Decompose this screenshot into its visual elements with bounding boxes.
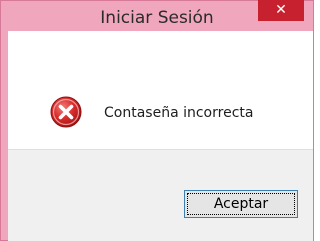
close-button[interactable]: ✕ bbox=[258, 0, 304, 21]
error-icon bbox=[50, 96, 82, 128]
close-icon: ✕ bbox=[275, 2, 287, 18]
accept-button[interactable]: Aceptar bbox=[184, 190, 298, 218]
message-text: Contaseña incorrecta bbox=[104, 105, 254, 121]
title-bar[interactable]: Iniciar Sesión ✕ bbox=[1, 0, 313, 31]
message-area bbox=[8, 31, 313, 149]
